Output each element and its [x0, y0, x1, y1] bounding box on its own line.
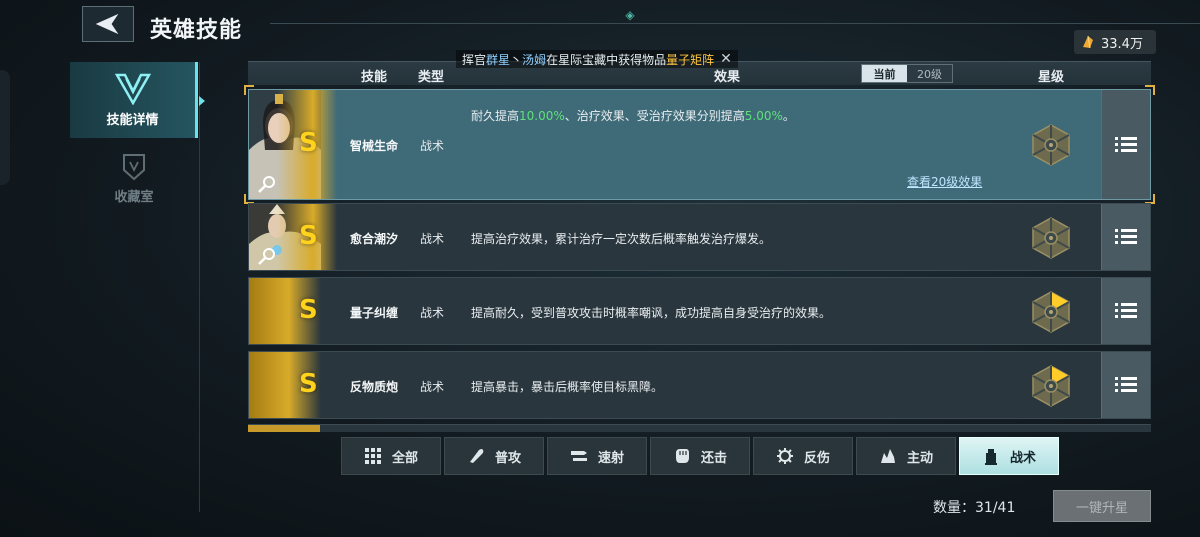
list-icon	[1115, 229, 1137, 244]
column-header-effect: 效果	[714, 70, 741, 85]
sidebar-item-collection[interactable]: 收藏室	[70, 140, 198, 216]
skill-menu-button[interactable]	[1101, 352, 1150, 418]
skill-name: 愈合潮汐	[350, 232, 399, 246]
shield-icon	[123, 153, 145, 180]
tab-normal-attack[interactable]: 普攻	[444, 437, 544, 475]
back-button[interactable]	[82, 6, 134, 42]
tab-label: 全部	[391, 450, 418, 466]
level-toggle[interactable]: 当前 20级	[861, 64, 953, 83]
skill-type: 战术	[420, 139, 445, 153]
skill-row[interactable]: S 量子纠缠 战术 提高耐久，受到普攻攻击时概率嘲讽，成功提高自身受治疗的效果。	[248, 277, 1151, 345]
list-icon	[1115, 136, 1137, 152]
top-border	[270, 0, 1200, 24]
skill-effect: 提高耐久，受到普攻攻击时概率嘲讽，成功提高自身受治疗的效果。	[471, 306, 832, 320]
list-icon	[1115, 303, 1137, 318]
crystal-currency-icon	[1083, 35, 1093, 49]
one-click-upgrade-button[interactable]: 一键升星	[1053, 490, 1151, 522]
tab-label: 普攻	[494, 450, 521, 466]
notice-prefix: 挥官	[462, 52, 487, 67]
sidebar-item-skill-details[interactable]: 技能详情	[70, 62, 198, 138]
skill-grade: S	[299, 221, 318, 251]
skill-type: 战术	[420, 380, 445, 394]
currency-amount: 33.4万	[1101, 36, 1143, 52]
page-title: 英雄技能	[150, 17, 243, 43]
skill-grade: S	[299, 128, 318, 158]
tab-label: 速射	[597, 450, 624, 466]
gear-icon	[776, 448, 793, 464]
toggle-current[interactable]: 当前	[862, 65, 907, 82]
view-level20-link[interactable]: 查看20级效果	[907, 173, 982, 190]
skill-menu-button[interactable]	[1101, 90, 1150, 199]
skill-row[interactable]: S 反物质炮 战术 提高暴击，暴击后概率使目标黑障。	[248, 351, 1151, 419]
skill-type: 战术	[420, 232, 445, 246]
sidebar-item-label: 技能详情	[106, 112, 159, 128]
tab-label: 主动	[906, 450, 933, 466]
sidebar-item-label: 收藏室	[114, 189, 154, 205]
currency-display[interactable]: 33.4万	[1074, 30, 1156, 54]
tab-all[interactable]: 全部	[341, 437, 441, 475]
close-icon[interactable]: ✕	[720, 51, 732, 67]
star-level-icon	[1032, 217, 1070, 259]
tab-active-skill[interactable]: 主动	[856, 437, 956, 475]
column-header-type: 类型	[418, 70, 445, 85]
skill-type: 战术	[420, 306, 445, 320]
tab-label: 战术	[1009, 450, 1036, 466]
column-header-skill: 技能	[361, 70, 388, 85]
tab-label: 还击	[700, 450, 727, 466]
skill-effect: 提高暴击，暴击后概率使目标黑障。	[471, 380, 664, 394]
skill-row[interactable]: S 愈合潮汐 战术 提高治疗效果，累计治疗一定次数后概率触发治疗爆发。	[248, 203, 1151, 271]
tab-tactical[interactable]: 战术	[959, 437, 1059, 475]
tab-label: 反伤	[803, 450, 830, 466]
filter-tabs: 全部 普攻 速射 还击 反伤 主动 战术	[341, 437, 1059, 475]
sidebar-active-indicator	[199, 96, 205, 106]
skill-menu-button[interactable]	[1101, 278, 1150, 344]
star-level-icon	[1032, 124, 1070, 166]
star-level-icon	[1032, 291, 1070, 333]
announcement-banner: 挥官 群星 丶 汤姆 在星际宝藏中获得物品 量子矩阵 ✕	[456, 50, 738, 68]
skill-name: 量子纠缠	[350, 306, 399, 320]
list-icon	[1115, 377, 1137, 392]
skill-name: 智械生命	[350, 139, 399, 153]
top-ornament-icon: ◈	[625, 8, 635, 22]
magnify-icon[interactable]	[257, 174, 277, 194]
column-header-star: 星级	[1038, 70, 1065, 85]
magnify-icon[interactable]	[257, 246, 277, 266]
star-level-icon	[1032, 365, 1070, 407]
tower-icon	[984, 449, 997, 465]
notice-separator: 丶	[510, 52, 523, 67]
v-emblem-icon	[114, 73, 151, 105]
notice-item-name: 量子矩阵	[666, 52, 715, 67]
grid-icon	[364, 448, 381, 464]
fist-icon	[675, 449, 689, 463]
skill-row-partial	[248, 424, 1151, 432]
skill-name: 反物质炮	[350, 380, 399, 394]
skill-menu-button[interactable]	[1101, 204, 1150, 270]
skill-count: 数量：31/41	[933, 500, 1016, 516]
left-edge-handle	[0, 70, 10, 185]
tab-rapid-fire[interactable]: 速射	[547, 437, 647, 475]
rapid-fire-icon	[570, 451, 587, 461]
back-arrow-icon	[95, 13, 119, 35]
notice-message: 在星际宝藏中获得物品	[546, 52, 667, 67]
notice-player-name-2: 汤姆	[522, 52, 547, 67]
tab-counter[interactable]: 还击	[650, 437, 750, 475]
skill-effect: 提高治疗效果，累计治疗一定次数后概率触发治疗爆发。	[471, 232, 772, 246]
bullet-icon	[469, 449, 484, 463]
skill-grade: S	[299, 369, 318, 399]
skill-row[interactable]: S 智械生命 战术 耐久提高10.00%、治疗效果、受治疗效果分别提高5.00%…	[244, 85, 1155, 204]
toggle-level20[interactable]: 20级	[907, 65, 952, 82]
skill-grade: S	[299, 295, 318, 325]
notice-player-name: 群星	[486, 52, 511, 67]
flame-icon	[880, 449, 895, 463]
skill-effect: 耐久提高10.00%、治疗效果、受治疗效果分别提高5.00%。	[471, 109, 795, 123]
upgrade-button-label: 一键升星	[1075, 500, 1128, 516]
tab-reflect[interactable]: 反伤	[753, 437, 853, 475]
